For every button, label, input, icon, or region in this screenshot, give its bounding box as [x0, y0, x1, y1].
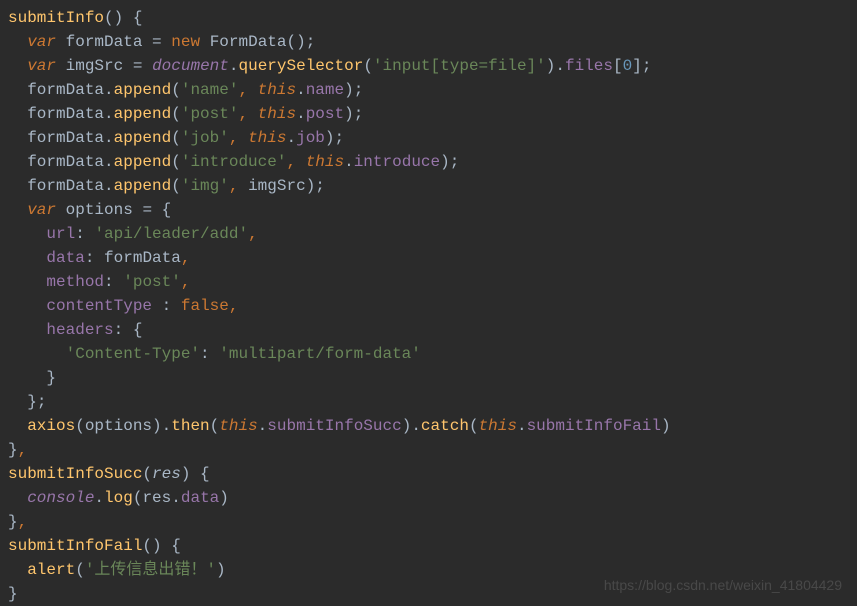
number: 0 [623, 57, 633, 75]
method: append [114, 105, 172, 123]
prop-key: url [46, 225, 75, 243]
string: '上传信息出错！' [85, 561, 216, 579]
string: 'multipart/form-data' [219, 345, 421, 363]
string: 'input[type=file]' [373, 57, 546, 75]
method: append [114, 129, 172, 147]
code-line: formData.append('job', this.job); [8, 126, 849, 150]
code-line: submitInfoSucc(res) { [8, 462, 849, 486]
prop: introduce [354, 153, 440, 171]
method: append [114, 177, 172, 195]
param: res [152, 465, 181, 483]
prop-key: headers [46, 321, 113, 339]
code-line: headers: { [8, 318, 849, 342]
code-line: formData.append('name', this.name); [8, 78, 849, 102]
code-line: }; [8, 390, 849, 414]
this: this [306, 153, 344, 171]
string: 'img' [181, 177, 229, 195]
this: this [258, 105, 296, 123]
code-line: contentType : false, [8, 294, 849, 318]
code-line: formData.append('introduce', this.introd… [8, 150, 849, 174]
fn-call: alert [27, 561, 75, 579]
string: 'Content-Type' [66, 345, 200, 363]
code-line: data: formData, [8, 246, 849, 270]
var: imgSrc [248, 177, 306, 195]
prop-key: data [46, 249, 84, 267]
this: this [219, 417, 257, 435]
code-block: submitInfo() { var formData = new FormDa… [8, 6, 849, 606]
code-line: axios(options).then(this.submitInfoSucc)… [8, 414, 849, 438]
code-line: var options = { [8, 198, 849, 222]
prop: data [181, 489, 219, 507]
prop: name [306, 81, 344, 99]
string: 'name' [181, 81, 239, 99]
string: 'job' [181, 129, 229, 147]
method: then [171, 417, 209, 435]
keyword-new: new [171, 33, 200, 51]
code-line: formData.append('post', this.post); [8, 102, 849, 126]
code-line: method: 'post', [8, 270, 849, 294]
prop: files [565, 57, 613, 75]
method: append [114, 153, 172, 171]
var: imgSrc [66, 57, 124, 75]
this: this [258, 81, 296, 99]
method: log [104, 489, 133, 507]
type: FormData [210, 33, 287, 51]
console-ref: console [27, 489, 94, 507]
var: options [66, 201, 133, 219]
prop-key: method [46, 273, 104, 291]
prop: job [296, 129, 325, 147]
code-line: formData.append('img', imgSrc); [8, 174, 849, 198]
method: querySelector [238, 57, 363, 75]
this: this [248, 129, 286, 147]
code-line: var formData = new FormData(); [8, 30, 849, 54]
code-line: }, [8, 510, 849, 534]
document-ref: document [152, 57, 229, 75]
keyword-var: var [27, 33, 56, 51]
prop: submitInfoSucc [267, 417, 401, 435]
keyword-var: var [27, 57, 56, 75]
string: 'api/leader/add' [94, 225, 248, 243]
string: 'post' [123, 273, 181, 291]
prop: submitInfoFail [527, 417, 661, 435]
function-name: submitInfo [8, 9, 104, 27]
watermark: https://blog.csdn.net/weixin_41804429 [604, 575, 842, 596]
prop-key: contentType [46, 297, 152, 315]
function-name: submitInfoSucc [8, 465, 142, 483]
bool: false [181, 297, 229, 315]
string: 'post' [181, 105, 239, 123]
fn-call: axios [27, 417, 75, 435]
method: catch [421, 417, 469, 435]
code-line: var imgSrc = document.querySelector('inp… [8, 54, 849, 78]
string: 'introduce' [181, 153, 287, 171]
code-line: console.log(res.data) [8, 486, 849, 510]
prop: post [306, 105, 344, 123]
code-line: }, [8, 438, 849, 462]
method: append [114, 81, 172, 99]
this: this [479, 417, 517, 435]
function-name: submitInfoFail [8, 537, 142, 555]
code-line: } [8, 366, 849, 390]
var: formData [104, 249, 181, 267]
code-line: submitInfoFail() { [8, 534, 849, 558]
code-line: submitInfo() { [8, 6, 849, 30]
code-line: url: 'api/leader/add', [8, 222, 849, 246]
keyword-var: var [27, 201, 56, 219]
code-line: 'Content-Type': 'multipart/form-data' [8, 342, 849, 366]
var: formData [66, 33, 143, 51]
